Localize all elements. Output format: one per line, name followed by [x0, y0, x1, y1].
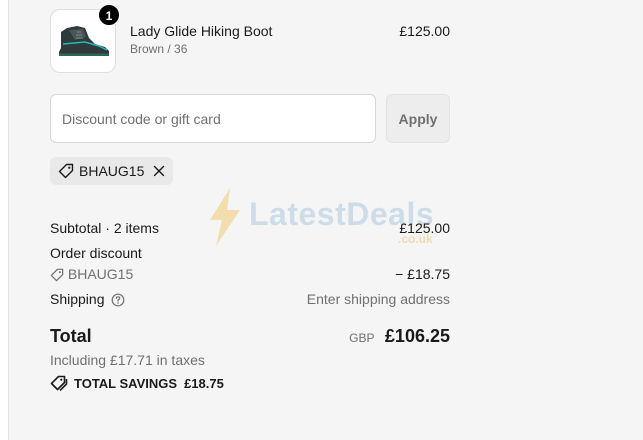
subtotal-label: Subtotal · 2 items — [50, 220, 159, 236]
taxes-note: Including £17.71 in taxes — [50, 352, 205, 368]
order-summary-panel: 1 Lady Glide Hiking Boot Brown / 36 £125… — [10, 0, 643, 440]
product-price: £125.00 — [399, 23, 450, 39]
order-discount-code: BHAUG15 — [67, 266, 134, 282]
remove-discount-close-icon[interactable] — [153, 165, 165, 177]
order-discount-code-row: BHAUG15 — [50, 266, 133, 282]
apply-discount-button[interactable]: Apply — [386, 94, 450, 143]
total-amount: GBP £106.25 — [349, 326, 450, 347]
tag-icon — [58, 163, 74, 179]
total-savings-value: £18.75 — [184, 375, 224, 391]
applied-discount-chip: BHAUG15 — [50, 157, 173, 185]
subtotal-value: £125.00 — [399, 220, 450, 236]
product-variant: Brown / 36 — [130, 42, 188, 56]
total-savings-label: TOTAL SAVINGS — [74, 375, 178, 391]
total-value: £106.25 — [384, 326, 450, 346]
hiking-boot-image — [59, 26, 109, 56]
latestdeals-watermark: LatestDeals .co.uk — [204, 188, 434, 251]
quantity-badge: 1 — [98, 4, 120, 26]
shipping-label: Shipping — [50, 291, 105, 307]
product-name: Lady Glide Hiking Boot — [130, 23, 273, 39]
order-discount-label: Order discount — [50, 245, 142, 261]
left-panel-edge — [0, 0, 9, 440]
order-discount-value: − £18.75 — [395, 266, 450, 282]
tag-icon — [50, 268, 64, 282]
total-label: Total — [50, 326, 92, 346]
discount-code-input[interactable] — [50, 94, 376, 143]
shipping-row-label: Shipping — [50, 291, 125, 307]
total-savings-row: TOTAL SAVINGS £18.75 — [50, 375, 224, 391]
currency-code: GBP — [349, 331, 375, 345]
applied-discount-code: BHAUG15 — [79, 163, 145, 179]
savings-tag-icon — [50, 375, 68, 391]
shipping-value: Enter shipping address — [306, 291, 450, 307]
lightning-bolt-icon — [210, 188, 240, 246]
help-question-icon[interactable] — [111, 293, 125, 307]
